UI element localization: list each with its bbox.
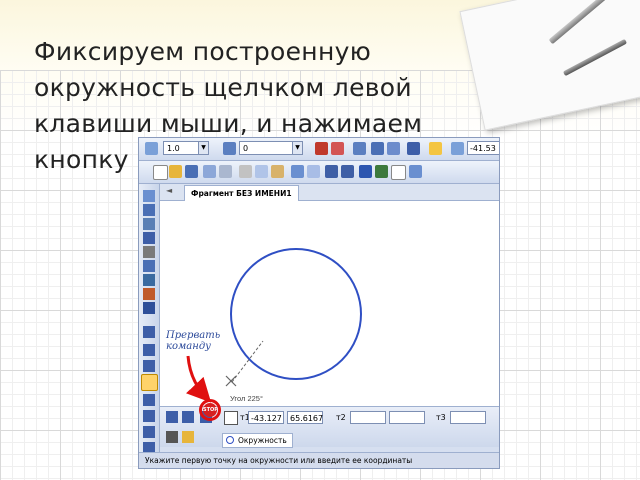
annotation-arrow xyxy=(185,355,212,403)
highlight-ring xyxy=(199,399,221,421)
annotation-arrow-overlay xyxy=(185,355,212,403)
